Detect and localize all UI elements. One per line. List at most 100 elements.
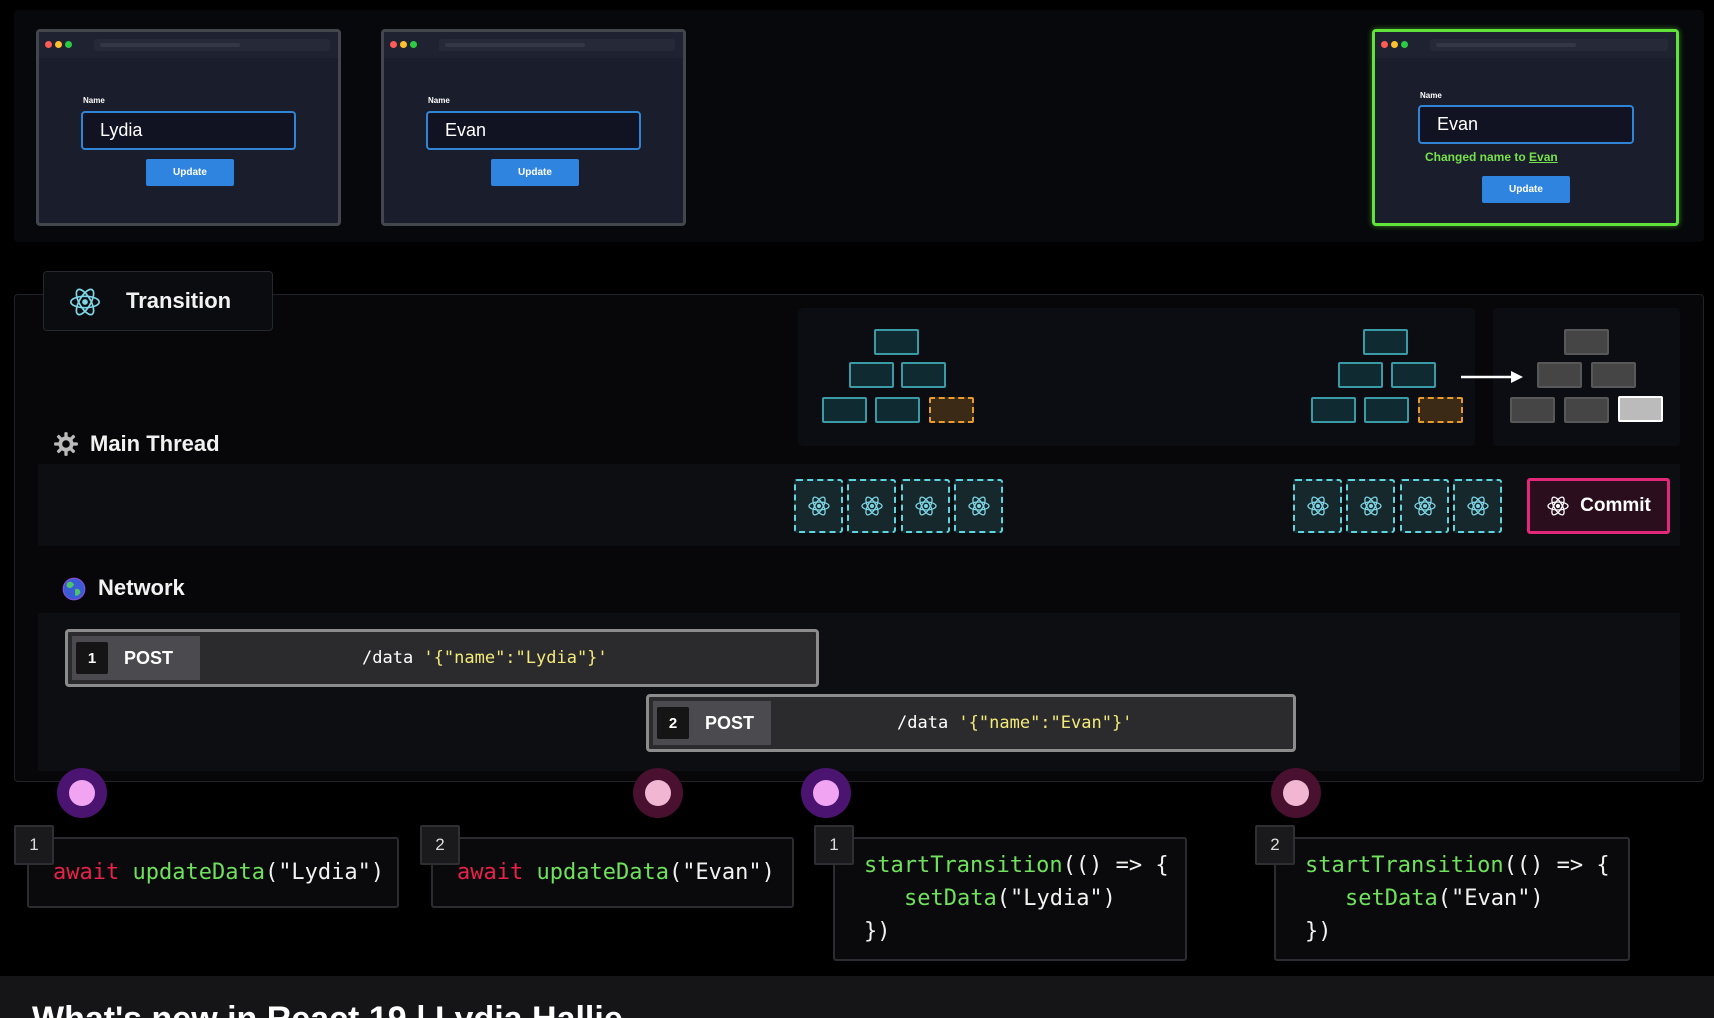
code-function: setData — [1345, 886, 1438, 911]
code-punctuation: (() => { — [1062, 853, 1169, 878]
name-input[interactable]: Evan — [1418, 105, 1634, 144]
browser-window-1: Name Lydia Update — [36, 29, 341, 226]
react-icon — [1546, 494, 1570, 518]
arrow-right-icon — [1459, 368, 1525, 391]
timeline-marker — [1271, 768, 1321, 818]
request-path-text: /data — [897, 713, 959, 733]
request-path-text: /data — [362, 648, 424, 668]
code-snippet: startTransition(() => { setData("Lydia")… — [833, 837, 1187, 961]
request-method: POST — [124, 647, 174, 668]
status-message-name: Evan — [1529, 150, 1558, 164]
timeline-marker — [57, 768, 107, 818]
tree-node — [1363, 329, 1408, 355]
committed-node — [1564, 397, 1609, 423]
tree-node — [849, 362, 894, 388]
minimize-dot — [400, 41, 407, 48]
name-label: Name — [1420, 91, 1442, 100]
minimize-dot — [55, 41, 62, 48]
react-icon — [807, 494, 831, 518]
name-label: Name — [83, 96, 105, 105]
code-snippet-number: 2 — [420, 825, 460, 865]
name-input[interactable]: Evan — [426, 111, 641, 150]
transition-header: Transition — [43, 271, 273, 331]
gear-icon — [53, 431, 79, 462]
window-titlebar — [39, 32, 338, 58]
fiber-task — [1293, 479, 1342, 533]
code-line: }) — [864, 919, 891, 944]
committed-node-updated — [1618, 396, 1663, 422]
fiber-task — [1453, 479, 1502, 533]
code-punctuation: }) — [1305, 919, 1332, 944]
react-icon — [68, 285, 102, 319]
window-titlebar — [384, 32, 683, 58]
react-icon — [1306, 494, 1330, 518]
url-bar — [94, 39, 330, 51]
update-button[interactable]: Update — [146, 159, 234, 186]
react-icon — [967, 494, 991, 518]
code-function: setData — [904, 886, 997, 911]
request-label: 1 POST — [72, 636, 200, 680]
main-thread-title: Main Thread — [90, 431, 220, 456]
code-snippet-number: 1 — [814, 825, 854, 865]
update-button[interactable]: Update — [491, 159, 579, 186]
react-icon — [860, 494, 884, 518]
maximize-dot — [410, 41, 417, 48]
request-body: '{"name":"Lydia"}' — [423, 648, 608, 668]
url-bar — [439, 39, 675, 51]
code-line: }) — [1305, 919, 1332, 944]
fiber-task — [954, 479, 1003, 533]
request-number: 1 — [76, 642, 108, 674]
fiber-task — [847, 479, 896, 533]
update-button[interactable]: Update — [1482, 176, 1570, 203]
transition-title: Transition — [126, 288, 232, 313]
code-argument: "Evan" — [682, 860, 762, 885]
code-line: await updateData("Evan") — [457, 860, 775, 885]
code-snippet: await updateData("Lydia") — [27, 837, 399, 908]
network-request: 2 POST /data '{"name":"Evan"}' — [646, 694, 1296, 752]
committed-node — [1591, 362, 1636, 388]
video-title-bar: What's new in React 19 | Lydia Hallie — [0, 976, 1714, 1018]
code-line: await updateData("Lydia") — [53, 860, 385, 885]
close-dot — [390, 41, 397, 48]
maximize-dot — [65, 41, 72, 48]
timeline-marker — [633, 768, 683, 818]
code-argument: "Lydia" — [278, 860, 371, 885]
minimize-dot — [1391, 41, 1398, 48]
close-dot — [1381, 41, 1388, 48]
request-body: '{"name":"Evan"}' — [958, 713, 1133, 733]
browser-window-2: Name Evan Update — [381, 29, 686, 226]
video-title: What's new in React 19 | Lydia Hallie — [32, 1000, 623, 1018]
window-titlebar — [1375, 32, 1676, 58]
code-line: setData("Evan") — [1345, 886, 1544, 911]
name-label: Name — [428, 96, 450, 105]
tree-node — [901, 362, 946, 388]
tree-node — [875, 397, 920, 423]
react-icon — [1359, 494, 1383, 518]
react-icon — [1466, 494, 1490, 518]
request-method: POST — [705, 712, 755, 733]
network-title: Network — [98, 575, 185, 600]
code-snippet: await updateData("Evan") — [431, 837, 794, 908]
code-function: updateData — [536, 860, 669, 885]
code-keyword: await — [53, 860, 120, 885]
code-punctuation: (() => { — [1503, 853, 1610, 878]
name-input[interactable]: Lydia — [81, 111, 296, 150]
code-line: startTransition(() => { — [1305, 853, 1610, 878]
tree-node-pending — [929, 397, 974, 423]
tree-node — [1364, 397, 1409, 423]
fiber-task — [1346, 479, 1395, 533]
status-message-text: Changed name to — [1425, 150, 1530, 164]
request-label: 2 POST — [653, 701, 771, 745]
committed-node — [1537, 362, 1582, 388]
react-icon — [914, 494, 938, 518]
code-snippet: startTransition(() => { setData("Evan") … — [1274, 837, 1630, 961]
react-icon — [1413, 494, 1437, 518]
status-message: Changed name to Evan — [1425, 150, 1558, 164]
code-punctuation: }) — [864, 919, 891, 944]
committed-node — [1510, 397, 1555, 423]
code-line: startTransition(() => { — [864, 853, 1169, 878]
code-function: startTransition — [1305, 853, 1504, 878]
request-path: /data '{"name":"Evan"}' — [897, 713, 1132, 733]
fiber-task — [794, 479, 843, 533]
code-snippet-number: 1 — [14, 825, 54, 865]
